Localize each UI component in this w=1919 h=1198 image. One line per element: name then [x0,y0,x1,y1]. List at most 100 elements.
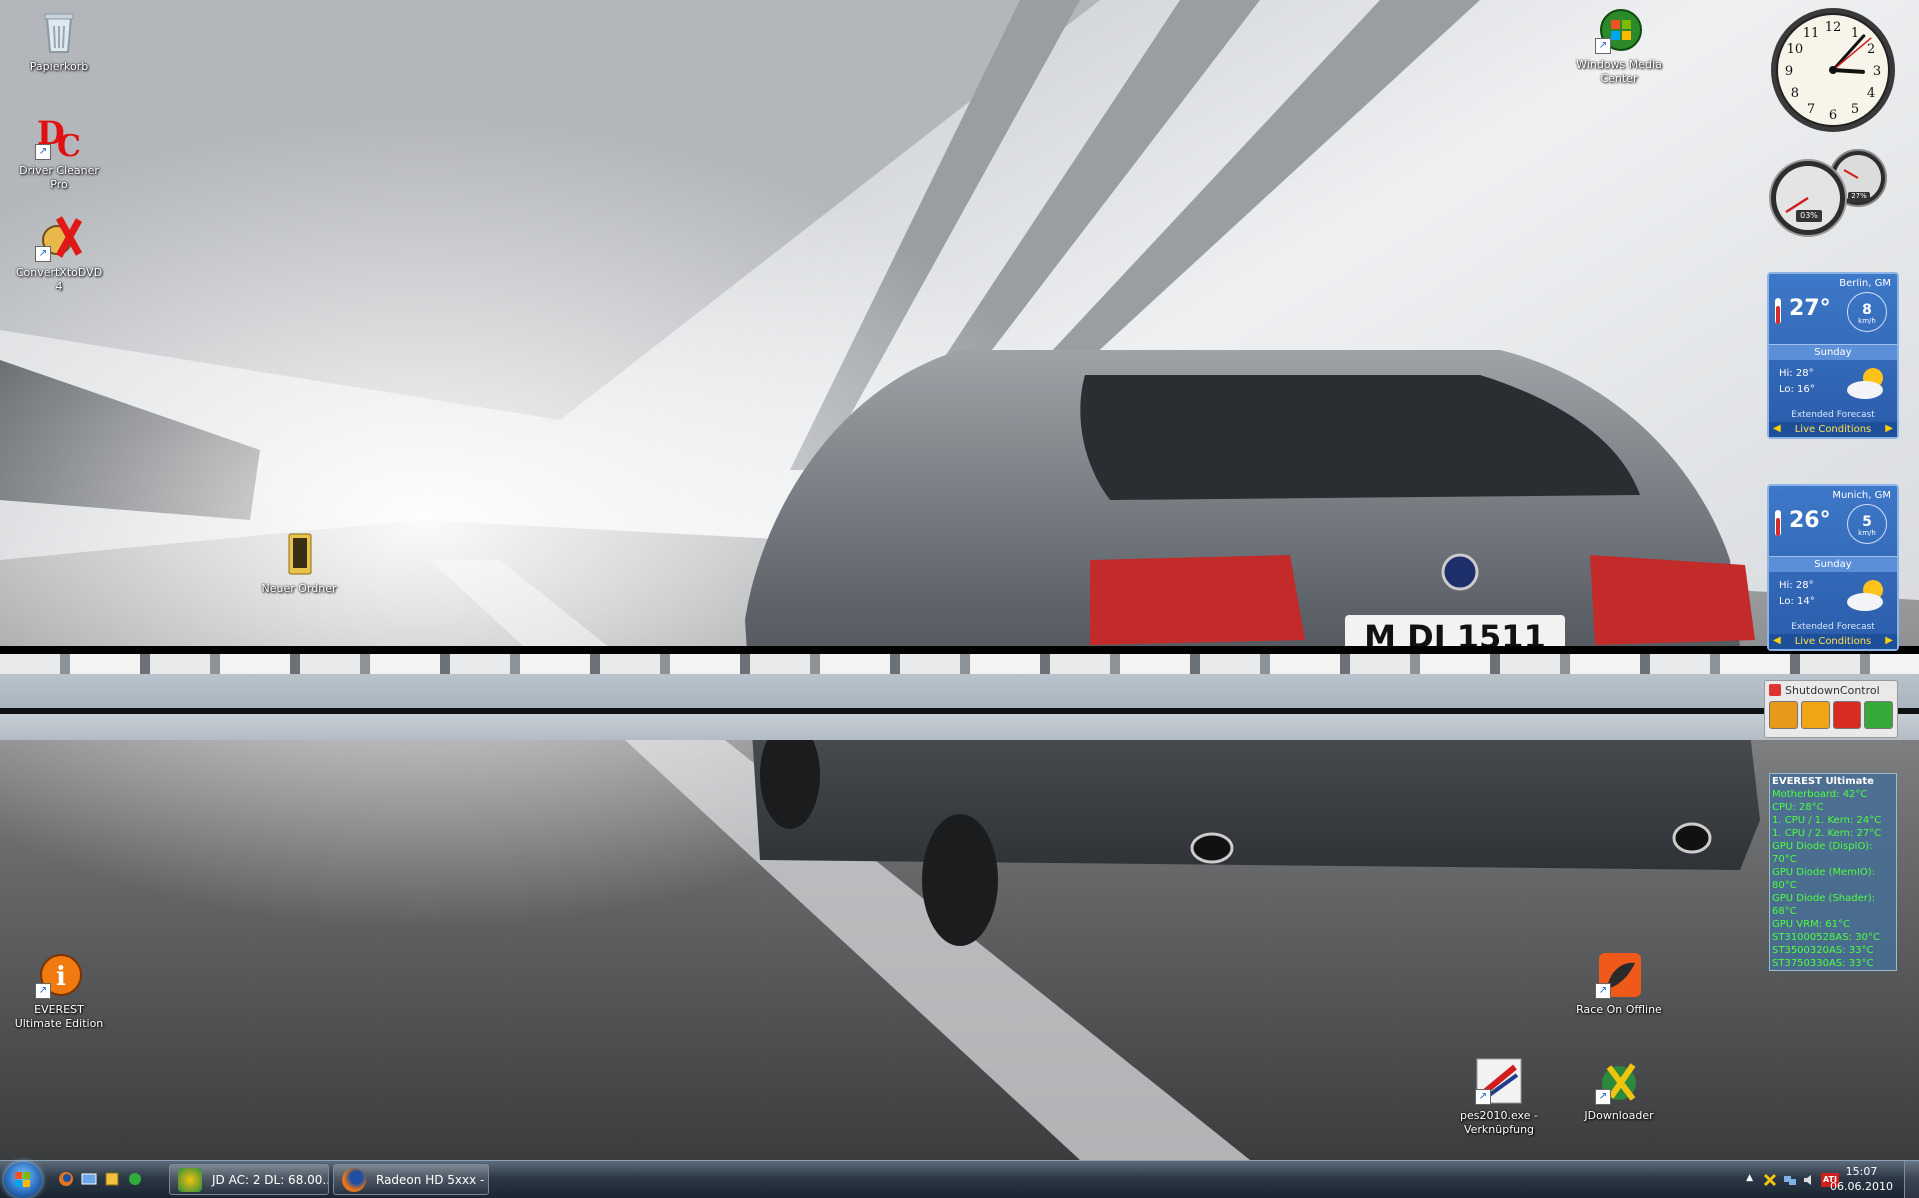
cpu-ram-meters [1769,149,1887,237]
race-on-icon: ↗ [1595,951,1643,999]
sensor-line: GPU Diode (MemIO): 80°C [1772,867,1876,891]
desktop-icon-label: Windows Media Center [1576,58,1662,85]
desktop-icon-label: JDownloader [1584,1109,1654,1122]
recycle-bin-icon [35,8,83,56]
taskbar-clock[interactable]: 15:07 06.06.2010 [1830,1164,1893,1194]
taskbar-date: 06.06.2010 [1830,1180,1893,1193]
firefox-task-icon [342,1168,366,1192]
thermometer-icon [1775,510,1781,536]
sensor-line: ST31000528AS: 30°C [1772,932,1880,943]
volume-tray-icon[interactable] [1803,1173,1817,1187]
extended-forecast-link[interactable]: Extended Forecast [1769,408,1897,422]
clock-number: 3 [1873,64,1881,79]
wind-unit: km/h [1858,529,1876,537]
jdownloader-icon: ↗ [1595,1057,1643,1105]
sensor-line: CPU: 28°C [1772,802,1824,813]
desktop-icon-windows-media-center[interactable]: ↗ Windows Media Center [1571,6,1667,86]
desktop-icon-label: ConvertXtoDVD 4 [15,266,103,293]
prev-arrow-icon[interactable]: ◀ [1773,423,1781,434]
standby-button[interactable] [1800,701,1830,729]
shortcut-arrow-icon: ↗ [1595,1089,1611,1105]
weather-city: Berlin, GM [1839,278,1891,289]
taskbar: JD AC: 2 DL: 68.00... Radeon HD 5xxx - .… [0,1160,1919,1198]
next-arrow-icon[interactable]: ▶ [1885,423,1893,434]
lock-button[interactable] [1769,701,1798,729]
glitch-band [0,674,1919,708]
show-hidden-icons-arrow[interactable]: ▲ [1746,1173,1753,1183]
sensor-line: 1. CPU / 1. Kern: 24°C [1772,815,1882,826]
sensor-line: Motherboard: 42°C [1772,789,1868,800]
desktop-icon-jdownloader[interactable]: ↗ JDownloader [1571,1057,1667,1123]
weather-city: Munich, GM [1832,490,1891,501]
clock-number: 9 [1785,64,1793,79]
next-arrow-icon[interactable]: ▶ [1885,635,1893,646]
network-tray-icon[interactable] [1783,1173,1797,1187]
show-desktop-button[interactable] [1904,1161,1919,1198]
prev-arrow-icon[interactable]: ◀ [1773,635,1781,646]
live-conditions-link[interactable]: Live Conditions [1795,636,1872,647]
desktop-icon-driver-cleaner-pro[interactable]: DC ↗ Driver Cleaner Pro [11,112,107,192]
desktop-icon-recycle-bin[interactable]: Papierkorb [11,8,107,74]
clock-face: 1234567891011 12 [1771,8,1895,132]
clock-number: 5 [1851,102,1859,117]
desktop-icon-convertxtodvd[interactable]: ↗ ConvertXtoDVD 4 [11,214,107,294]
wind-compass-icon: 5 km/h [1847,504,1887,544]
cpu-usage-label: 03% [1800,211,1818,220]
taskbar-button-firefox[interactable]: Radeon HD 5xxx - ... [333,1164,489,1195]
forecast-day: Sunday [1769,556,1897,572]
clock-gadget[interactable]: 1 2 3 4 5 6 7 8 9 10 11 12 [1769,6,1897,134]
clock-hour-hand [1831,68,1865,74]
start-button[interactable] [4,1162,42,1198]
desktop-icon-label: Papierkorb [29,60,89,73]
shortcut-arrow-icon: ↗ [1595,983,1611,999]
wind-unit: km/h [1858,317,1876,325]
shortcut-arrow-icon: ↗ [1475,1089,1491,1105]
shortcut-arrow-icon: ↗ [1595,38,1611,54]
weather-gadget-munich[interactable]: Munich, GM 26° 5 km/h Sunday Hi: 28° Lo:… [1767,484,1899,651]
clock-number: 11 [1803,26,1820,41]
windows-logo-icon [15,1172,30,1187]
desktop-icon-label: Neuer Ordner [261,582,337,595]
clock-number: 10 [1787,42,1804,57]
glitch-band [0,646,1919,654]
desktop-icon-label: EVEREST Ultimate Edition [14,1003,104,1030]
explorer-quicklaunch-icon[interactable] [104,1171,120,1187]
everest-title: EVEREST Ultimate [1772,776,1874,787]
desktop-icon-label: pes2010.exe - Verknüpfung [1460,1109,1538,1136]
desktop-icon-new-folder[interactable]: Neuer Ordner [251,530,347,596]
wind-compass-icon: 8 km/h [1847,292,1887,332]
taskbar-button-jdownloader[interactable]: JD AC: 2 DL: 68.00... [169,1164,329,1195]
solitaire-quicklaunch-icon[interactable] [127,1171,143,1187]
ram-usage-label: 27% [1851,192,1867,200]
partly-cloudy-icon [1847,580,1883,611]
driver-cleaner-icon: DC ↗ [35,112,83,164]
restart-button[interactable] [1864,701,1893,729]
desktop-icon-label: Driver Cleaner Pro [19,164,99,191]
windows-media-center-icon: ↗ [1595,6,1643,54]
clock-number: 12 [1825,20,1842,35]
folder-icon [275,530,323,578]
show-desktop-quicklaunch-icon[interactable] [81,1171,97,1187]
clock-number: 1 [1851,26,1859,41]
weather-temperature: 26° [1789,508,1831,533]
shortcut-arrow-icon: ↗ [35,983,51,999]
live-conditions-link[interactable]: Live Conditions [1795,424,1872,435]
weather-gadget-berlin[interactable]: Berlin, GM 27° 8 km/h Sunday Hi: 28° Lo:… [1767,272,1899,439]
wind-speed: 5 [1862,514,1872,530]
cpu-meter-gadget[interactable]: 03% 27% [1766,146,1896,238]
extended-forecast-link[interactable]: Extended Forecast [1769,620,1897,634]
desktop-icon-race-on-offline[interactable]: ↗ Race On Offline [1571,951,1667,1017]
jdownloader-tray-icon[interactable] [1763,1173,1777,1187]
firefox-quicklaunch-icon[interactable] [58,1171,74,1187]
shutdown-button[interactable] [1832,701,1862,729]
everest-icon: i ↗ [35,951,83,999]
weather-temperature: 27° [1789,296,1831,321]
shutdown-control-gadget[interactable]: ShutdownControl [1764,680,1898,738]
clock-number: 7 [1807,102,1815,117]
taskbar-button-label: Radeon HD 5xxx - ... [376,1173,489,1187]
desktop-icon-everest[interactable]: i ↗ EVEREST Ultimate Edition [11,951,107,1031]
jdownloader-task-icon [178,1168,202,1192]
sensor-line: ST3750330AS: 33°C [1772,958,1874,969]
desktop-icon-pes2010[interactable]: ↗ pes2010.exe - Verknüpfung [1451,1057,1547,1137]
shutdown-control-title: ShutdownControl [1785,684,1880,697]
